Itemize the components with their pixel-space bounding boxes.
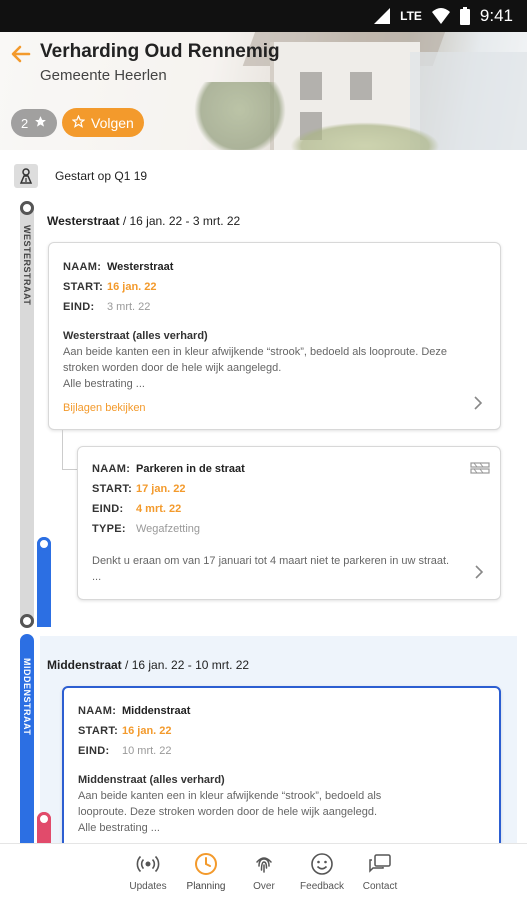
star-icon xyxy=(34,115,47,131)
start-row: START: 17 jan. 22 xyxy=(92,483,186,495)
rail-label-middenstraat: MIDDENSTRAAT xyxy=(22,658,32,736)
timeline-node xyxy=(37,537,51,551)
end-row: EIND: 3 mrt. 22 xyxy=(63,301,151,313)
bottom-navigation: Updates Planning Over Feedback Contact xyxy=(0,843,527,900)
chevron-right-icon[interactable] xyxy=(473,396,483,410)
section-middenstraat: Middenstraat / 16 jan. 22 - 10 mrt. 22 N… xyxy=(40,636,517,856)
nav-over[interactable]: Over xyxy=(234,852,294,892)
measure-card-parking[interactable]: NAAM: Parkeren in de straat START: 17 jan.… xyxy=(77,446,501,600)
network-type: LTE xyxy=(400,9,422,23)
description-text: Aan beide kanten een in kleur afwijkende… xyxy=(78,790,382,834)
battery-icon xyxy=(459,7,470,25)
started-label: Gestart op Q1 19 xyxy=(55,169,148,183)
timeline-node xyxy=(20,201,34,215)
status-bar: LTE 9:41 xyxy=(0,0,527,32)
star-outline-icon xyxy=(71,114,86,131)
type-row: TYPE: Wegafzetting xyxy=(92,523,201,535)
chevron-right-icon[interactable] xyxy=(474,565,484,579)
follow-label: Volgen xyxy=(91,114,134,131)
section-heading: Westerstraat / 16 jan. 22 - 3 mrt. 22 xyxy=(47,214,241,228)
name-row: NAAM: Westerstraat xyxy=(63,261,174,273)
description-text: Denkt u eraan om van 17 januari tot 4 ma… xyxy=(92,555,450,583)
end-row: EIND: 4 mrt. 22 xyxy=(92,503,182,515)
end-row: EIND: 10 mrt. 22 xyxy=(78,745,172,757)
smiley-icon xyxy=(310,852,334,876)
start-row: START: 16 jan. 22 xyxy=(63,281,157,293)
rating-badge: 2 xyxy=(11,109,58,137)
nav-planning[interactable]: Planning xyxy=(176,852,236,892)
clock-time: 9:41 xyxy=(479,6,513,25)
broadcast-icon xyxy=(136,852,160,876)
rating-count: 2 xyxy=(21,115,29,131)
back-arrow-icon[interactable] xyxy=(10,43,32,65)
chat-icon xyxy=(368,852,392,876)
section-westerstraat: Westerstraat / 16 jan. 22 - 3 mrt. 22 NA… xyxy=(40,202,517,626)
sub-connector xyxy=(62,430,78,470)
attachments-link[interactable]: Bijlagen bekijken xyxy=(63,402,146,414)
start-row: START: 16 jan. 22 xyxy=(78,725,172,737)
road-icon xyxy=(14,164,38,188)
name-row: NAAM: Parkeren in de straat xyxy=(92,463,245,475)
signal-icon xyxy=(374,8,391,24)
description-title: Westerstraat (alles verhard) xyxy=(63,330,208,342)
phase-card-middenstraat[interactable]: NAAM: Middenstraat START: 16 jan. 22 EIND:… xyxy=(62,686,501,856)
follow-button[interactable]: Volgen xyxy=(62,108,144,137)
nav-updates[interactable]: Updates xyxy=(118,852,178,892)
description-title: Middenstraat (alles verhard) xyxy=(78,774,225,786)
fingerprint-icon xyxy=(252,852,276,876)
page-title: Verharding Oud Rennemig xyxy=(40,41,280,62)
nav-feedback[interactable]: Feedback xyxy=(292,852,352,892)
description-text: Aan beide kanten een in kleur afwijkende… xyxy=(63,346,448,390)
name-row: NAAM: Middenstraat xyxy=(78,705,191,717)
section-heading: Middenstraat / 16 jan. 22 - 10 mrt. 22 xyxy=(47,658,250,672)
barrier-icon xyxy=(470,459,490,482)
nav-contact[interactable]: Contact xyxy=(350,852,410,892)
rail-label-westerstraat: WESTERSTRAAT xyxy=(22,225,32,306)
phase-card-westerstraat[interactable]: NAAM: Westerstraat START: 16 jan. 22 EIND:… xyxy=(48,242,501,430)
wifi-icon xyxy=(431,8,450,24)
timeline-node xyxy=(20,614,34,628)
clock-icon xyxy=(194,852,218,876)
page-subtitle: Gemeente Heerlen xyxy=(40,67,167,84)
timeline-node xyxy=(37,812,51,826)
timeline-start: Gestart op Q1 19 xyxy=(0,150,527,200)
